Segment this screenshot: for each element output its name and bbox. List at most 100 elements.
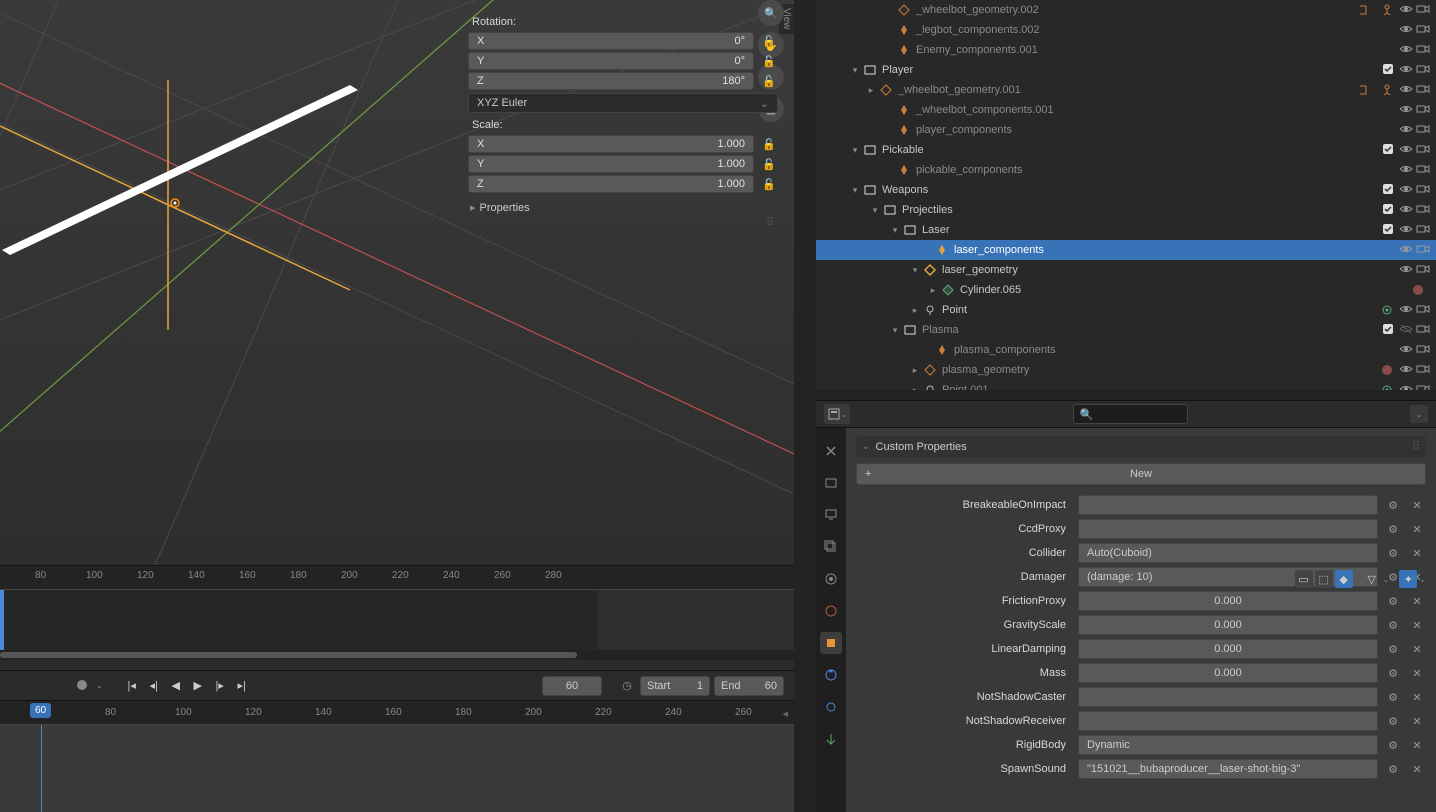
timeline-body[interactable] (0, 725, 794, 812)
playhead[interactable] (41, 725, 42, 812)
cam-toggle[interactable] (1416, 163, 1430, 177)
gear-icon[interactable]: ⚙ (1384, 619, 1402, 632)
outliner-row-plasma-components[interactable]: plasma_components (816, 340, 1436, 360)
eye-toggle[interactable] (1399, 123, 1413, 137)
new-property-button[interactable]: + New (856, 463, 1426, 485)
property-value-field[interactable] (1078, 519, 1378, 539)
scale-z-field[interactable]: Z1.000 (468, 175, 754, 193)
object-laser[interactable] (2, 85, 358, 255)
outliner-row-player-components[interactable]: player_components (816, 120, 1436, 140)
property-value-field[interactable] (1078, 495, 1378, 515)
outliner-row-laser-geometry[interactable]: ▾laser_geometry (816, 260, 1436, 280)
disclosure-arrow[interactable]: ▾ (888, 225, 902, 236)
jump-end-button[interactable]: ▸| (233, 677, 251, 695)
close-icon[interactable]: ✕ (1408, 499, 1426, 512)
chk-toggle[interactable] (1382, 63, 1396, 77)
eye-toggle[interactable] (1399, 43, 1413, 57)
eye-toggle[interactable] (1399, 343, 1413, 357)
property-value-field[interactable]: 0.000 (1078, 615, 1378, 635)
play-reverse-button[interactable]: ◀ (167, 677, 185, 695)
property-value-field[interactable]: 0.000 (1078, 639, 1378, 659)
close-icon[interactable]: ✕ (1408, 523, 1426, 536)
properties-subpanel-toggle[interactable]: ▸ Properties (468, 201, 778, 214)
start-frame-field[interactable]: Start1 (640, 676, 710, 696)
chevron-down-icon[interactable]: ⌄ (96, 681, 103, 690)
preview-range-icon[interactable]: ◷ (618, 679, 636, 692)
outliner-row--wheelbot-geometry-001[interactable]: ▸_wheelbot_geometry.001 (816, 80, 1436, 100)
tab-physics[interactable] (820, 696, 842, 718)
scale-y-field[interactable]: Y1.000 (468, 155, 754, 173)
gear-icon[interactable]: ⚙ (1384, 739, 1402, 752)
keyframe-prev-button[interactable]: ◂| (145, 677, 163, 695)
gear-icon[interactable]: ⚙ (1384, 523, 1402, 536)
chk-toggle[interactable] (1382, 143, 1396, 157)
gear-icon[interactable]: ⚙ (1384, 715, 1402, 728)
cam-toggle[interactable] (1416, 63, 1430, 77)
close-icon[interactable]: ✕ (1408, 667, 1426, 680)
property-value-field[interactable]: "151021__bubaproducer__laser-shot-big-3" (1078, 759, 1378, 779)
dopesheet-scrollbar[interactable] (0, 650, 794, 660)
disclosure-arrow[interactable]: ▾ (848, 185, 862, 196)
close-icon[interactable]: ✕ (1408, 691, 1426, 704)
disclosure-arrow[interactable]: ▾ (848, 145, 862, 156)
disclosure-arrow[interactable]: ▾ (888, 325, 902, 336)
scale-x-field[interactable]: X1.000 (468, 135, 754, 153)
close-icon[interactable]: ✕ (1408, 595, 1426, 608)
cam-toggle[interactable] (1416, 103, 1430, 117)
custom-properties-header[interactable]: ⌄ Custom Properties ⠿ (856, 436, 1426, 457)
disclosure-arrow[interactable]: ▸ (864, 85, 878, 96)
dopesheet-body[interactable] (0, 590, 794, 650)
marker-sync-icon[interactable]: ✦ (1399, 570, 1417, 588)
eyeo-toggle[interactable] (1399, 323, 1413, 337)
keyframe-next-button[interactable]: |▸ (211, 677, 229, 695)
rotation-mode-dropdown[interactable]: XYZ Euler ⌄ (468, 93, 778, 113)
timeline-ruler[interactable]: 60 80100120140160180200220240260 (0, 701, 794, 725)
outliner-row-enemy-components-001[interactable]: Enemy_components.001 (816, 40, 1436, 60)
eye-toggle[interactable] (1399, 203, 1413, 217)
jump-start-button[interactable]: |◂ (123, 677, 141, 695)
close-icon[interactable]: ✕ (1408, 739, 1426, 752)
eye-toggle[interactable] (1399, 183, 1413, 197)
drag-handle-icon[interactable]: ⠿ (468, 216, 778, 229)
timeline[interactable]: 60 80100120140160180200220240260 ◂ (0, 700, 794, 812)
cam-toggle[interactable] (1416, 183, 1430, 197)
cam-toggle[interactable] (1416, 3, 1430, 17)
outliner-panel[interactable]: _wheelbot_geometry.002_legbot_components… (816, 0, 1436, 390)
disclosure-arrow[interactable]: ▸ (908, 365, 922, 376)
eye-toggle[interactable] (1399, 383, 1413, 390)
tab-object[interactable] (820, 632, 842, 654)
dopesheet[interactable]: 80100120140160180200220240260280 (0, 565, 794, 670)
editor-type-dropdown[interactable]: ⌄ (824, 404, 850, 424)
eye-toggle[interactable] (1399, 223, 1413, 237)
close-icon[interactable]: ✕ (1408, 619, 1426, 632)
options-dropdown[interactable]: ⌄ (1410, 405, 1428, 423)
cam-toggle[interactable] (1416, 223, 1430, 237)
chk-toggle[interactable] (1382, 323, 1396, 337)
cam-toggle[interactable] (1416, 123, 1430, 137)
lock-icon[interactable]: 🔓 (762, 75, 778, 88)
properties-search[interactable]: 🔍 (1073, 404, 1188, 424)
gear-icon[interactable]: ⚙ (1384, 499, 1402, 512)
box-select-icon[interactable]: ⬚ (1315, 570, 1333, 588)
cam-toggle[interactable] (1416, 263, 1430, 277)
tab-scene[interactable] (820, 568, 842, 590)
auto-keying-toggle[interactable] (74, 677, 92, 695)
property-value-field[interactable]: Auto(Cuboid) (1078, 543, 1378, 563)
eye-toggle[interactable] (1399, 263, 1413, 277)
outliner-row-cylinder-065[interactable]: ▸Cylinder.065 (816, 280, 1436, 300)
tab-output[interactable] (820, 504, 842, 526)
eye-toggle[interactable] (1399, 163, 1413, 177)
cam-toggle[interactable] (1416, 43, 1430, 57)
playhead[interactable] (0, 590, 4, 650)
dopesheet-ruler[interactable]: 80100120140160180200220240260280 (0, 566, 794, 590)
tab-modifiers[interactable] (820, 664, 842, 686)
outliner-row--wheelbot-components-001[interactable]: _wheelbot_components.001 (816, 100, 1436, 120)
outliner-row-laser[interactable]: ▾Laser (816, 220, 1436, 240)
tweak-tool-icon[interactable]: ◆ (1335, 570, 1353, 588)
close-icon[interactable]: ✕ (1408, 763, 1426, 776)
disclosure-arrow[interactable]: ▸ (926, 285, 940, 296)
outliner-row-pickable-components[interactable]: pickable_components (816, 160, 1436, 180)
tab-render[interactable] (820, 472, 842, 494)
cam-toggle[interactable] (1416, 383, 1430, 390)
tab-viewlayer[interactable] (820, 536, 842, 558)
